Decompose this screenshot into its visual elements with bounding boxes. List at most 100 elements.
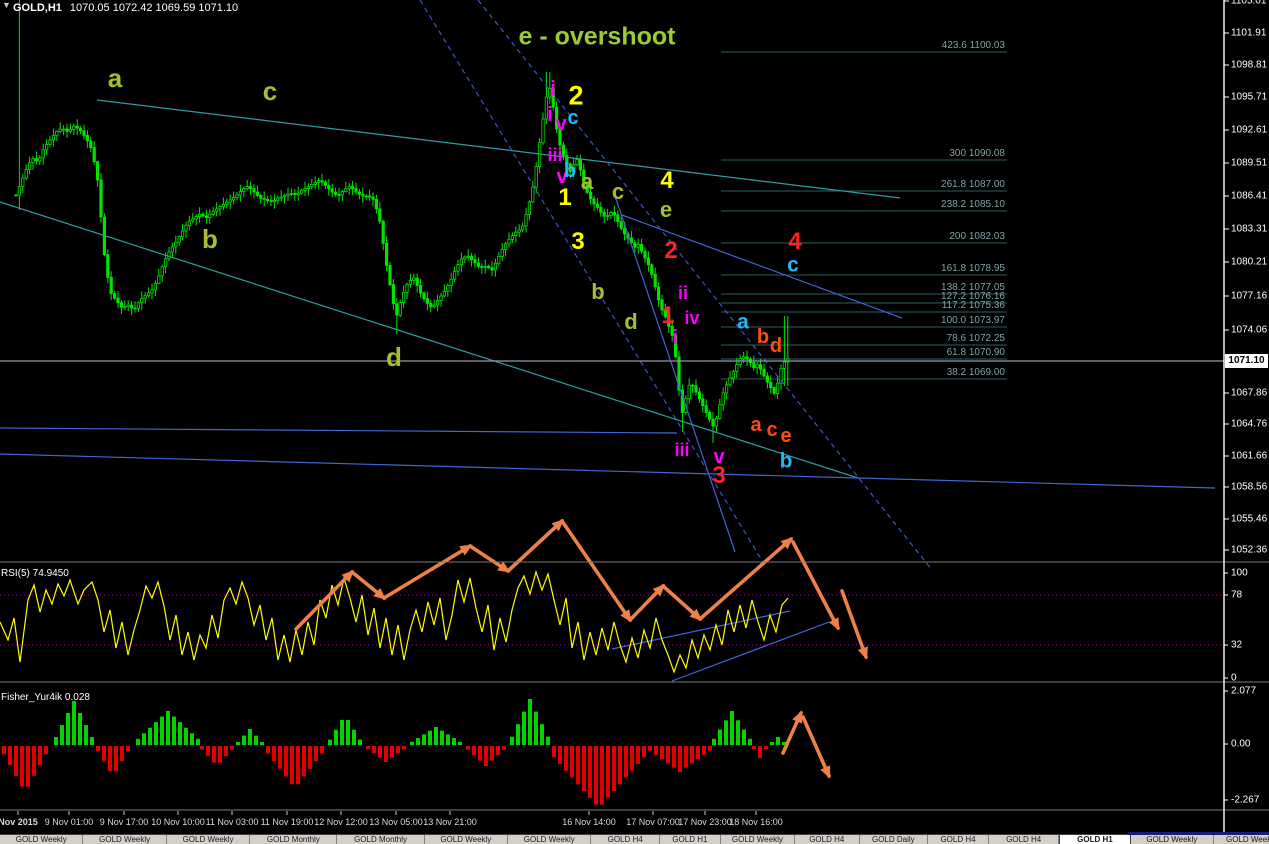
chart-tab[interactable]: GOLD Weekly <box>424 835 509 844</box>
wave-label-a[interactable]: a <box>750 415 761 435</box>
chart-tab-active[interactable]: GOLD H1 <box>1059 835 1131 844</box>
fisher-scale-label: 2.077 <box>1231 685 1257 697</box>
price-axis-label: 1077.16 <box>1231 290 1268 302</box>
arrow-annotations[interactable] <box>294 519 868 779</box>
wave-label-a[interactable]: a <box>581 171 593 193</box>
price-axis-label: 1067.86 <box>1231 387 1268 399</box>
chart-tab[interactable]: GOLD Weekly <box>83 835 167 844</box>
price-axis-label: 1074.06 <box>1231 324 1268 336</box>
trendlines[interactable] <box>0 0 1224 682</box>
wave-label-d[interactable]: d <box>386 344 402 370</box>
wave-label-c[interactable]: c <box>612 181 624 203</box>
time-axis-label: 13 Nov 21:00 <box>423 817 477 827</box>
price-axis-label: 1098.81 <box>1231 59 1268 71</box>
wave-label-c[interactable]: c <box>766 420 777 440</box>
price-axis-label: 1105.01 <box>1231 0 1267 7</box>
chart-tab[interactable]: GOLD Weekly <box>1214 835 1269 844</box>
wave-label-4[interactable]: 4 <box>660 169 673 193</box>
price-axis-label: 1095.71 <box>1231 91 1268 103</box>
rsi-scale-label: 78 <box>1231 589 1243 601</box>
fisher-scale-label: 0.00 <box>1231 738 1251 750</box>
chart-tab[interactable]: GOLD H4 <box>928 835 989 844</box>
chart-tab[interactable]: GOLD H4 <box>591 835 660 844</box>
rsi-scale-label: 0 <box>1231 672 1237 684</box>
chart-tab[interactable]: GOLD Weekly <box>720 835 795 844</box>
wave-label-d[interactable]: d <box>624 311 637 333</box>
chart-tab-bar[interactable]: GOLD Weekly GOLD Weekly GOLD Weekly GOLD Mo… <box>0 834 1269 844</box>
chart-tab[interactable]: GOLD H1 <box>659 835 721 844</box>
wave-label-b[interactable]: b <box>202 226 218 252</box>
chart-tab[interactable]: GOLD H4 <box>988 835 1060 844</box>
wave-label-b[interactable]: b <box>591 281 604 303</box>
wave-label-b[interactable]: b <box>564 161 576 181</box>
wave-label-2[interactable]: 2 <box>568 82 583 110</box>
price-axis-label: 1101.91 <box>1231 27 1267 39</box>
price-axis-label: 1089.51 <box>1231 157 1268 169</box>
chart-tab[interactable]: GOLD Weekly <box>508 835 592 844</box>
fib-level-label: 117.2 1075.36 <box>941 300 1005 311</box>
chart-tab[interactable]: GOLD Daily <box>859 835 929 844</box>
fib-level-label: 261.8 1087.00 <box>941 179 1005 190</box>
fib-level-label: 200 1082.03 <box>949 231 1005 242</box>
chart-canvas[interactable] <box>0 0 1269 844</box>
chart-tab[interactable]: GOLD H4 <box>794 835 860 844</box>
wave-label-i[interactable]: i <box>550 79 556 99</box>
wave-label-c[interactable]: c <box>567 108 578 128</box>
window-edge-strip <box>1128 832 1269 835</box>
time-axis-label: 18 Nov 16:00 <box>729 817 783 827</box>
wave-label-i[interactable]: i <box>672 328 678 348</box>
wave-label-b[interactable]: b <box>757 327 769 347</box>
wave-label-i[interactable]: i <box>547 105 553 125</box>
wave-label-ii[interactable]: ii <box>678 284 688 302</box>
time-axis-label: 11 Nov 19:00 <box>260 817 314 827</box>
chart-tab[interactable]: GOLD Weekly <box>1130 835 1215 844</box>
wave-label-c[interactable]: c <box>787 255 799 276</box>
time-axis-label: 12 Nov 12:00 <box>314 817 368 827</box>
wave-label-v[interactable]: v <box>555 114 566 134</box>
fisher-label: Fisher_Yur4ik 0.028 <box>1 692 90 703</box>
price-axis-label: 1080.21 <box>1231 256 1268 268</box>
fib-level-label: 61.8 1070.90 <box>946 347 1005 358</box>
wave-label-1[interactable]: 1 <box>558 186 571 210</box>
wave-label-1[interactable]: 1 <box>661 304 674 328</box>
wave-label-a[interactable]: a <box>737 312 749 333</box>
wave-label-c[interactable]: c <box>263 78 277 104</box>
fisher-indicator <box>2 699 786 805</box>
wave-label-e[interactable]: e <box>780 426 791 446</box>
price-axis-label: 1064.76 <box>1231 418 1268 430</box>
rsi-label: RSI(5) 74.9450 <box>1 568 69 579</box>
time-axis-label: 13 Nov 05:00 <box>369 817 423 827</box>
fib-level-label: 423.6 1100.03 <box>941 40 1005 51</box>
panel-separators <box>0 0 1269 833</box>
price-axis-label: 1061.66 <box>1231 450 1268 462</box>
current-price-box: 1071.10 <box>1225 354 1268 368</box>
price-axis-label: 1092.61 <box>1231 124 1268 136</box>
wave-label-3[interactable]: 3 <box>712 464 725 488</box>
wave-label-iii[interactable]: iii <box>674 441 689 459</box>
wave-label-3[interactable]: 3 <box>571 230 584 254</box>
overshoot-note[interactable]: e - overshoot <box>519 23 676 52</box>
price-axis-label: 1086.41 <box>1231 190 1268 202</box>
symbol-period: GOLD,H1 <box>13 2 62 14</box>
wave-label-d[interactable]: d <box>770 336 782 356</box>
mt4-chart-window[interactable]: ▼ GOLD,H1 1070.05 1072.42 1069.59 1071.10… <box>0 0 1269 844</box>
chart-tab[interactable]: GOLD Weekly <box>0 835 84 844</box>
wave-label-2[interactable]: 2 <box>664 239 677 263</box>
price-axis-label: 1058.56 <box>1231 481 1268 493</box>
chart-tab[interactable]: GOLD Monthly <box>337 835 425 844</box>
wave-label-e[interactable]: e <box>660 199 672 221</box>
rsi-scale-label: 32 <box>1231 639 1243 651</box>
chart-title: GOLD,H1 1070.05 1072.42 1069.59 1071.10 <box>13 2 238 14</box>
wave-label-a[interactable]: a <box>108 65 122 91</box>
wave-label-iii[interactable]: iii <box>547 146 562 164</box>
fib-level-label: 78.6 1072.25 <box>946 333 1005 344</box>
chart-marker-icon: ▼ <box>2 0 11 10</box>
chart-tab[interactable]: GOLD Monthly <box>250 835 338 844</box>
rsi-indicator <box>0 569 1224 674</box>
time-axis-label: 16 Nov 14:00 <box>562 817 616 827</box>
wave-label-4[interactable]: 4 <box>788 230 801 254</box>
wave-label-iv[interactable]: iv <box>684 309 699 327</box>
wave-label-b[interactable]: b <box>780 451 793 472</box>
fib-level-label: 161.8 1078.95 <box>941 263 1005 274</box>
chart-tab[interactable]: GOLD Weekly <box>166 835 251 844</box>
